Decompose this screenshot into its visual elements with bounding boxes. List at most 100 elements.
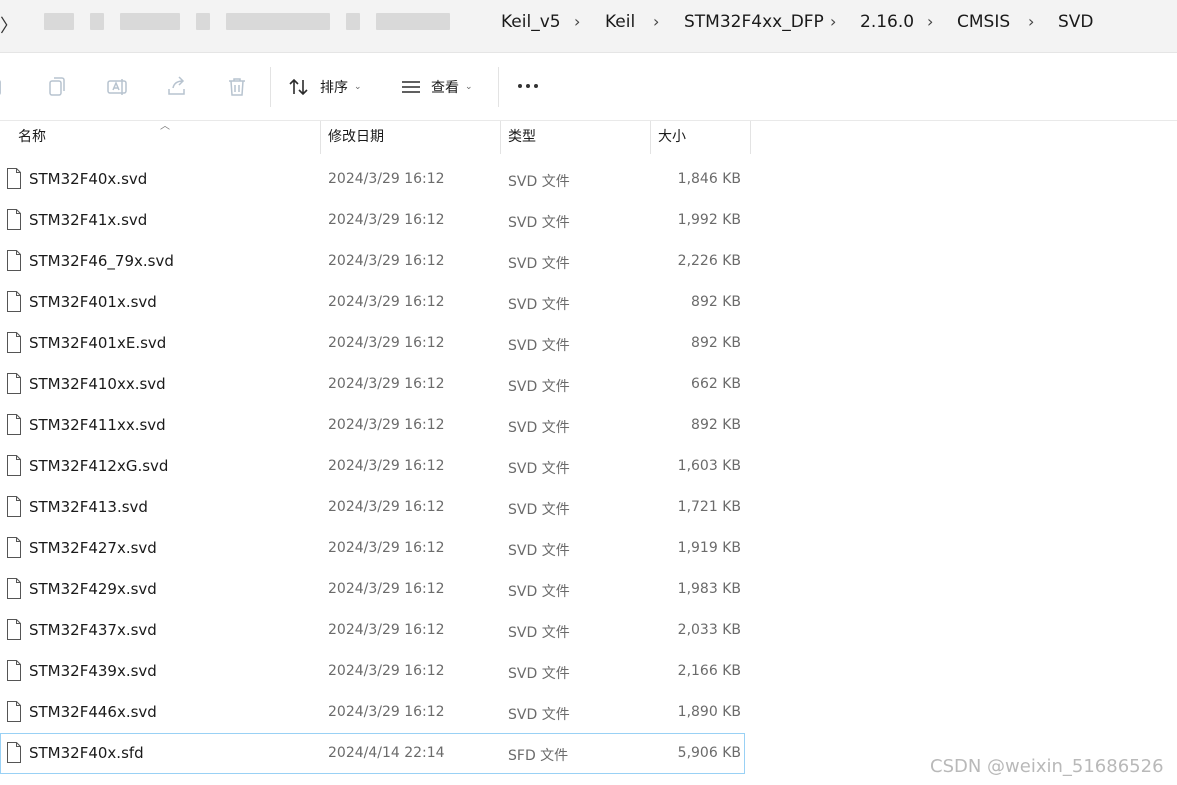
file-row[interactable]: STM32F40x.sfd 2024/4/14 22:14 SFD 文件 5,906 … xyxy=(0,733,745,774)
obscured-breadcrumb-segment xyxy=(346,13,360,30)
file-size: 1,992 KB xyxy=(677,212,741,228)
column-divider[interactable] xyxy=(320,121,321,154)
file-row[interactable]: STM32F437x.svd 2024/3/29 16:12 SVD 文件 2,033… xyxy=(0,610,745,651)
obscured-breadcrumb-segment xyxy=(44,13,74,30)
breadcrumb-chevron-icon[interactable]: › xyxy=(830,12,836,31)
file-name[interactable]: STM32F413.svd xyxy=(29,498,148,516)
file-row[interactable]: STM32F427x.svd 2024/3/29 16:12 SVD 文件 1,919… xyxy=(0,528,745,569)
breadcrumb-keil-v5[interactable]: Keil_v5 xyxy=(501,12,561,32)
more-options-icon[interactable] xyxy=(518,84,538,88)
file-type: SVD 文件 xyxy=(508,666,570,682)
column-header-type[interactable]: 类型 xyxy=(508,121,536,154)
file-modified-date: 2024/4/14 22:14 xyxy=(328,745,445,761)
breadcrumb-svd[interactable]: SVD xyxy=(1058,12,1094,32)
view-label: 查看 xyxy=(431,80,459,96)
column-divider[interactable] xyxy=(750,121,751,154)
file-row[interactable]: STM32F412xG.svd 2024/3/29 16:12 SVD 文件 1,60… xyxy=(0,446,745,487)
toolbar-divider xyxy=(270,67,271,107)
file-row[interactable]: STM32F401xE.svd 2024/3/29 16:12 SVD 文件 892 … xyxy=(0,323,745,364)
file-row[interactable]: STM32F429x.svd 2024/3/29 16:12 SVD 文件 1,983… xyxy=(0,569,745,610)
file-name[interactable]: STM32F410xx.svd xyxy=(29,375,166,393)
file-icon xyxy=(7,742,21,763)
column-divider[interactable] xyxy=(650,121,651,154)
file-name[interactable]: STM32F446x.svd xyxy=(29,703,157,721)
delete-icon[interactable] xyxy=(225,75,249,99)
breadcrumb-cmsis[interactable]: CMSIS xyxy=(957,12,1010,32)
file-name[interactable]: STM32F427x.svd xyxy=(29,539,157,557)
file-modified-date: 2024/3/29 16:12 xyxy=(328,212,445,228)
column-divider[interactable] xyxy=(500,121,501,154)
file-name[interactable]: STM32F437x.svd xyxy=(29,621,157,639)
file-type: SVD 文件 xyxy=(508,338,570,354)
file-size: 1,721 KB xyxy=(677,499,741,515)
file-size: 1,983 KB xyxy=(677,581,741,597)
file-modified-date: 2024/3/29 16:12 xyxy=(328,622,445,638)
toolbar-divider xyxy=(498,67,499,107)
file-name[interactable]: STM32F46_79x.svd xyxy=(29,252,174,270)
file-row[interactable]: STM32F413.svd 2024/3/29 16:12 SVD 文件 1,721 … xyxy=(0,487,745,528)
file-name[interactable]: STM32F40x.svd xyxy=(29,170,147,188)
file-row[interactable]: STM32F41x.svd 2024/3/29 16:12 SVD 文件 1,992 … xyxy=(0,200,745,241)
watermark: CSDN @weixin_51686526 xyxy=(930,756,1164,777)
sort-label: 排序 xyxy=(320,80,348,96)
file-icon xyxy=(7,537,21,558)
folder-path-edge-icon: 〉 xyxy=(0,16,18,37)
file-type: SVD 文件 xyxy=(508,420,570,436)
file-size: 5,906 KB xyxy=(677,745,741,761)
file-modified-date: 2024/3/29 16:12 xyxy=(328,540,445,556)
file-size: 892 KB xyxy=(691,294,741,310)
file-row[interactable]: STM32F411xx.svd 2024/3/29 16:12 SVD 文件 892 … xyxy=(0,405,745,446)
file-type: SVD 文件 xyxy=(508,379,570,395)
sort-icon xyxy=(289,78,308,96)
chevron-down-icon: ⌄ xyxy=(465,82,473,92)
file-size: 1,890 KB xyxy=(677,704,741,720)
rename-icon[interactable] xyxy=(105,75,129,99)
file-icon xyxy=(7,660,21,681)
file-type: SFD 文件 xyxy=(508,748,569,764)
obscured-breadcrumb-segment xyxy=(90,13,104,30)
sort-button[interactable]: 排序 ⌄ xyxy=(288,73,362,101)
cut-icon[interactable] xyxy=(0,75,6,99)
file-row[interactable]: STM32F46_79x.svd 2024/3/29 16:12 SVD 文件 2,2… xyxy=(0,241,745,282)
file-icon xyxy=(7,455,21,476)
file-row[interactable]: STM32F439x.svd 2024/3/29 16:12 SVD 文件 2,166… xyxy=(0,651,745,692)
file-row[interactable]: STM32F40x.svd 2024/3/29 16:12 SVD 文件 1,846 … xyxy=(0,159,745,200)
file-name[interactable]: STM32F411xx.svd xyxy=(29,416,166,434)
file-modified-date: 2024/3/29 16:12 xyxy=(328,704,445,720)
file-name[interactable]: STM32F412xG.svd xyxy=(29,457,168,475)
file-row[interactable]: STM32F410xx.svd 2024/3/29 16:12 SVD 文件 662 … xyxy=(0,364,745,405)
column-header-name[interactable]: 名称 xyxy=(18,121,46,154)
view-button[interactable]: 查看 ⌄ xyxy=(401,73,473,101)
file-icon xyxy=(7,414,21,435)
breadcrumb-version[interactable]: 2.16.0 xyxy=(860,12,914,32)
file-modified-date: 2024/3/29 16:12 xyxy=(328,294,445,310)
share-icon[interactable] xyxy=(165,75,189,99)
file-icon xyxy=(7,578,21,599)
file-name[interactable]: STM32F41x.svd xyxy=(29,211,147,229)
file-type: SVD 文件 xyxy=(508,707,570,723)
file-list: STM32F40x.svd 2024/3/29 16:12 SVD 文件 1,846 … xyxy=(0,159,760,774)
column-header-size[interactable]: 大小 xyxy=(658,121,686,154)
column-header-modified[interactable]: 修改日期 xyxy=(328,121,384,154)
file-icon xyxy=(7,250,21,271)
breadcrumb-chevron-icon[interactable]: › xyxy=(653,12,659,31)
file-name[interactable]: STM32F439x.svd xyxy=(29,662,157,680)
file-modified-date: 2024/3/29 16:12 xyxy=(328,417,445,433)
breadcrumb-chevron-icon[interactable]: › xyxy=(574,12,580,31)
copy-icon[interactable] xyxy=(45,75,69,99)
file-name[interactable]: STM32F40x.sfd xyxy=(29,744,144,762)
file-name[interactable]: STM32F429x.svd xyxy=(29,580,157,598)
breadcrumb-chevron-icon[interactable]: › xyxy=(1028,12,1034,31)
breadcrumb-dfp[interactable]: STM32F4xx_DFP xyxy=(684,12,824,32)
breadcrumb-keil[interactable]: Keil xyxy=(605,12,635,32)
file-type: SVD 文件 xyxy=(508,256,570,272)
file-icon xyxy=(7,291,21,312)
file-row[interactable]: STM32F446x.svd 2024/3/29 16:12 SVD 文件 1,890… xyxy=(0,692,745,733)
column-header-row: ︿ 名称 修改日期 类型 大小 xyxy=(0,120,1177,154)
file-name[interactable]: STM32F401xE.svd xyxy=(29,334,166,352)
file-name[interactable]: STM32F401x.svd xyxy=(29,293,157,311)
address-bar[interactable]: 〉 Keil_v5 › Keil › STM32F4xx_DFP › 2.16.… xyxy=(0,0,1177,53)
breadcrumb-chevron-icon[interactable]: › xyxy=(927,12,933,31)
file-row[interactable]: STM32F401x.svd 2024/3/29 16:12 SVD 文件 892 K… xyxy=(0,282,745,323)
file-type: SVD 文件 xyxy=(508,215,570,231)
